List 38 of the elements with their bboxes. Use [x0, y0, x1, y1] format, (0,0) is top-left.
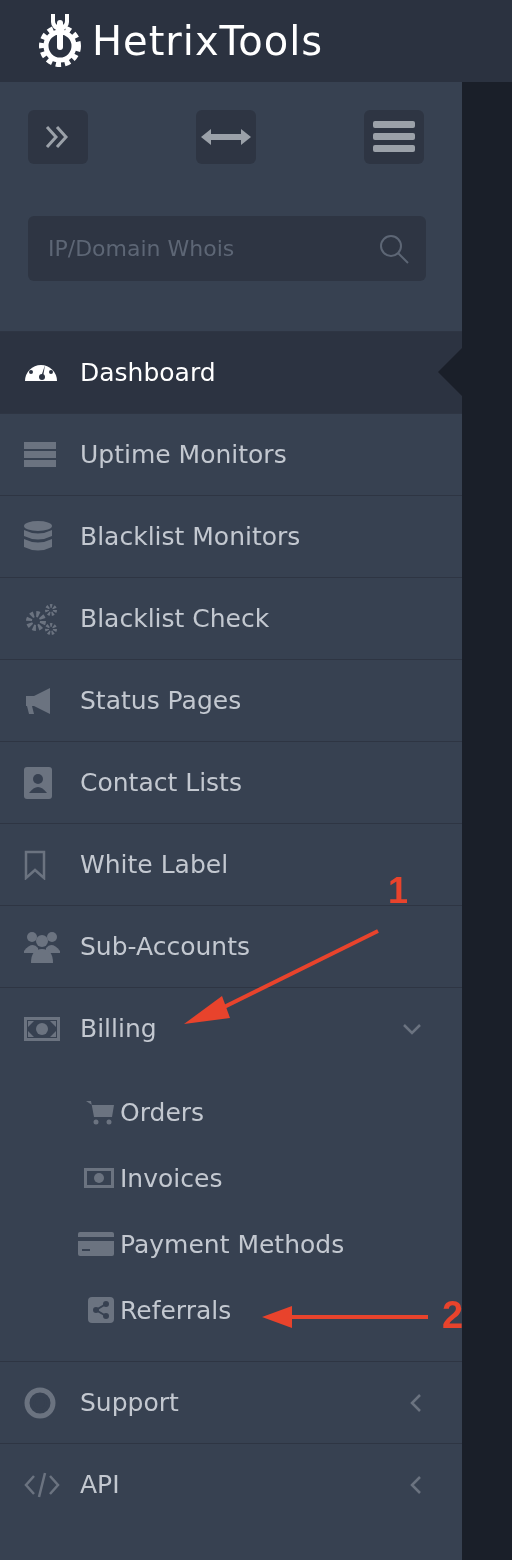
menu-item[interactable]: Contact Lists — [24, 742, 242, 823]
menu-item[interactable]: API — [24, 1444, 120, 1525]
submenu-item[interactable]: Orders — [0, 1079, 205, 1145]
horizontal-arrows-icon — [201, 127, 251, 147]
menu-item[interactable]: Dashboard — [24, 332, 216, 413]
bookmark-icon — [24, 849, 46, 880]
submenu-item[interactable]: Invoices — [0, 1145, 223, 1211]
submenu-item[interactable]: Referrals — [0, 1277, 232, 1343]
code-icon — [24, 1470, 60, 1499]
menu-item[interactable]: Billing — [24, 988, 157, 1069]
menu-item[interactable]: Blacklist Monitors — [24, 496, 301, 577]
menu-icon — [373, 121, 415, 153]
banknote-icon — [84, 1168, 114, 1188]
expand-button[interactable] — [28, 110, 88, 164]
annotation-number: 1 — [388, 870, 409, 912]
submenu-item[interactable]: Payment Methods — [0, 1211, 345, 1277]
share-icon — [88, 1297, 114, 1323]
gears-icon — [24, 602, 58, 635]
gauge-icon — [24, 363, 58, 382]
menu-item[interactable]: Support — [24, 1362, 179, 1443]
server-icon — [24, 441, 56, 468]
menu-item[interactable]: Sub-Accounts — [24, 906, 251, 987]
search-icon — [378, 232, 410, 265]
banknote-icon — [24, 1016, 60, 1041]
resize-button[interactable] — [196, 110, 256, 164]
users-icon — [24, 930, 60, 963]
annotation-number: 2 — [442, 1294, 464, 1337]
logo-wordmark: HetrixTools — [92, 18, 324, 64]
contact-card-icon — [24, 766, 52, 799]
database-icon — [24, 520, 52, 553]
credit-card-icon — [78, 1232, 114, 1256]
menu-item[interactable]: Blacklist Check — [24, 578, 270, 659]
menu-item[interactable]: Uptime Monitors — [24, 414, 287, 495]
menu-item[interactable]: White Label — [24, 824, 229, 905]
menu-button[interactable] — [364, 110, 424, 164]
menu-item[interactable]: Status Pages — [24, 660, 242, 741]
cart-icon — [86, 1099, 114, 1125]
gear-power-logo-icon — [36, 12, 84, 70]
